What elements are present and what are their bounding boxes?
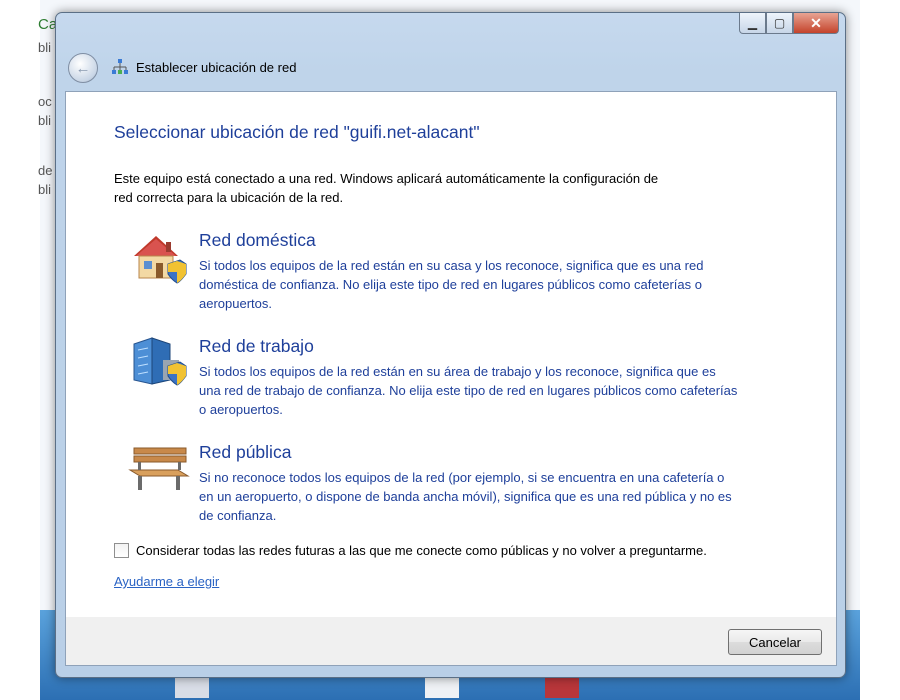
cancel-button[interactable]: Cancelar xyxy=(728,629,822,655)
page-title: Seleccionar ubicación de red "guifi.net-… xyxy=(114,122,480,142)
always-public-checkbox-label[interactable]: Considerar todas las redes futuras a las… xyxy=(136,543,707,558)
title-bar: ▁ ▢ ✕ ← Establecer ubicación de red xyxy=(56,13,845,89)
intro-text: Este equipo está conectado a una red. Wi… xyxy=(114,171,659,205)
content-panel: Seleccionar ubicación de red "guifi.net-… xyxy=(65,91,837,618)
option-home-title[interactable]: Red doméstica xyxy=(199,230,316,251)
option-home-description: Si todos los equipos de la red están en … xyxy=(199,258,704,311)
maximize-button[interactable]: ▢ xyxy=(766,13,793,34)
background-text: bli xyxy=(38,113,52,128)
option-public-description: Si no reconoce todos los equipos de la r… xyxy=(199,470,732,523)
always-public-checkbox-row[interactable]: Considerar todas las redes futuras a las… xyxy=(114,543,707,558)
network-location-dialog: ▁ ▢ ✕ ← Establecer ubicación de red Sele… xyxy=(55,12,846,678)
home-network-icon xyxy=(134,236,187,284)
always-public-checkbox[interactable] xyxy=(114,543,129,558)
minimize-button[interactable]: ▁ xyxy=(739,13,766,34)
option-work-title[interactable]: Red de trabajo xyxy=(199,336,314,357)
back-button[interactable]: ← xyxy=(68,53,98,83)
back-arrow-icon: ← xyxy=(75,59,91,77)
background-text: oc xyxy=(38,94,52,109)
window-title: Establecer ubicación de red xyxy=(136,60,297,75)
public-network-icon xyxy=(128,447,190,490)
background-text: de xyxy=(38,163,53,178)
window-controls: ▁ ▢ ✕ xyxy=(739,13,839,35)
network-icon xyxy=(112,59,128,74)
close-button[interactable]: ✕ xyxy=(793,13,839,34)
background-text: bli xyxy=(38,40,52,55)
desktop-background xyxy=(0,0,40,700)
option-public-title[interactable]: Red pública xyxy=(199,442,291,463)
option-work-description: Si todos los equipos de la red están en … xyxy=(199,364,738,417)
dialog-footer: Cancelar xyxy=(65,617,837,666)
work-network-icon xyxy=(133,337,187,386)
help-me-choose-link[interactable]: Ayudarme a elegir xyxy=(114,574,219,589)
background-text: bli xyxy=(38,182,52,197)
